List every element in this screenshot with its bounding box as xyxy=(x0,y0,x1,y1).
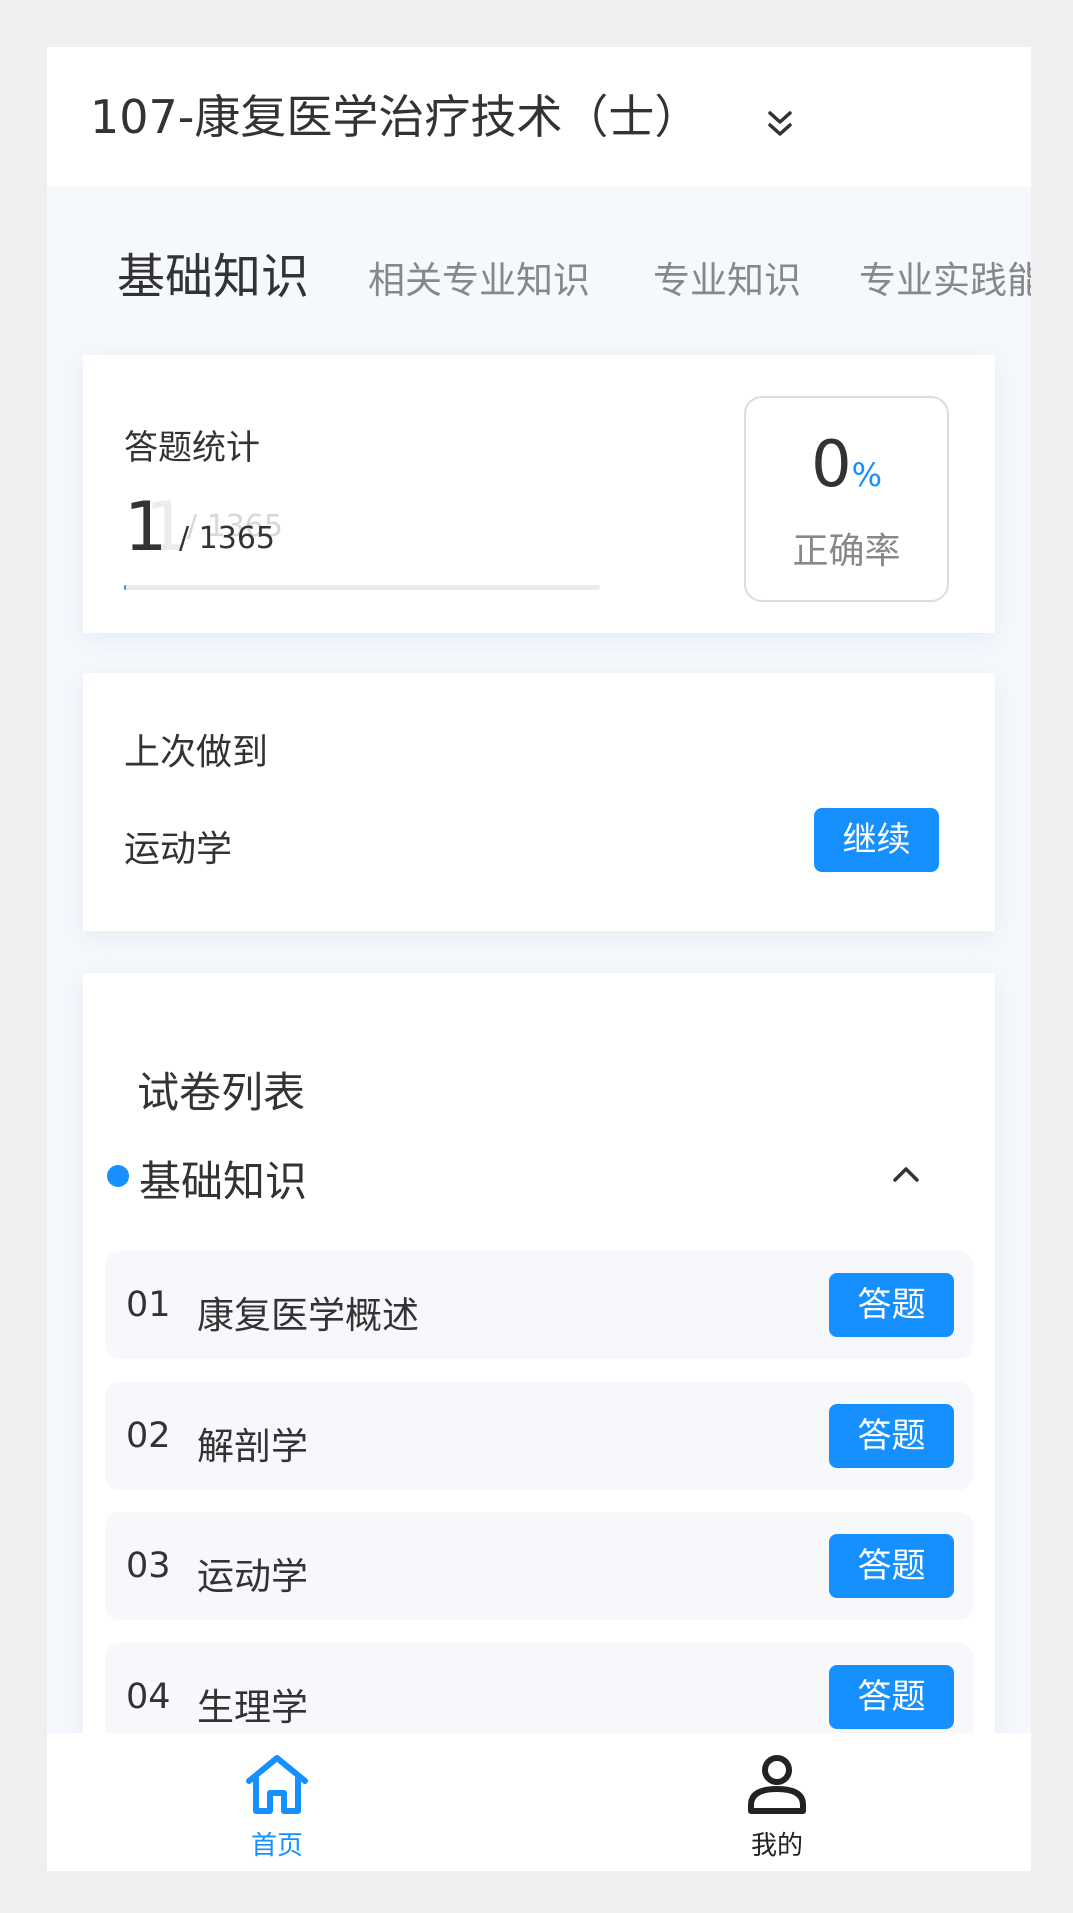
item-name: 解剖学 xyxy=(197,1425,308,1468)
item-number: 03 xyxy=(126,1546,171,1586)
header: 107-康复医学治疗技术（士） xyxy=(47,47,1031,187)
answered-count: 1 xyxy=(124,488,168,567)
answer-button[interactable]: 答题 xyxy=(829,1534,954,1598)
list-item: 02 解剖学 答题 xyxy=(105,1382,973,1490)
nav-mine[interactable]: 我的 xyxy=(677,1733,877,1871)
category-tabs: 基础知识 相关专业知识 专业知识 专业实践能 xyxy=(47,237,1031,327)
accuracy-value: 0% xyxy=(746,428,947,502)
tab-basic-knowledge[interactable]: 基础知识 xyxy=(117,237,309,317)
tab-professional-practice[interactable]: 专业实践能 xyxy=(859,241,1031,321)
total-count: / 1365 xyxy=(179,521,275,556)
item-name: 运动学 xyxy=(197,1555,308,1598)
answer-button[interactable]: 答题 xyxy=(829,1273,954,1337)
accuracy-label: 正确率 xyxy=(792,531,901,572)
nav-home[interactable]: 首页 xyxy=(177,1733,377,1871)
item-name: 康复医学概述 xyxy=(197,1294,419,1337)
chevron-up-icon[interactable] xyxy=(889,1158,923,1188)
answer-button[interactable]: 答题 xyxy=(829,1665,954,1729)
stats-label: 答题统计 xyxy=(124,428,260,468)
progress-bar xyxy=(124,585,600,590)
paper-list-title: 试卷列表 xyxy=(137,1068,306,1117)
exam-selector-title[interactable]: 107-康复医学治疗技术（士） xyxy=(90,89,700,145)
list-item: 01 康复医学概述 答题 xyxy=(105,1251,973,1359)
nav-home-label: 首页 xyxy=(250,1831,303,1861)
list-item: 03 运动学 答题 xyxy=(105,1512,973,1620)
home-icon xyxy=(246,1755,308,1814)
last-subject: 运动学 xyxy=(124,829,233,870)
answer-stats-card: 答题统计 1 / 1365 1 / 1365 0% 正确率 xyxy=(83,355,995,633)
nav-mine-label: 我的 xyxy=(750,1831,803,1861)
section-title[interactable]: 基础知识 xyxy=(139,1148,307,1209)
progress-fill xyxy=(124,585,126,590)
double-chevron-down-icon[interactable] xyxy=(763,105,797,145)
tab-related-knowledge[interactable]: 相关专业知识 xyxy=(368,241,590,321)
accuracy-number: 0 xyxy=(810,428,852,502)
accuracy-unit: % xyxy=(851,456,883,494)
continue-button[interactable]: 继续 xyxy=(814,808,939,872)
user-icon xyxy=(748,1755,806,1814)
item-number: 01 xyxy=(126,1285,171,1325)
answer-button[interactable]: 答题 xyxy=(829,1404,954,1468)
item-name: 生理学 xyxy=(197,1686,308,1729)
item-number: 02 xyxy=(126,1416,171,1456)
section-dot xyxy=(107,1165,129,1187)
bottom-nav: 首页 我的 xyxy=(47,1733,1031,1871)
last-progress-card: 上次做到 运动学 继续 xyxy=(83,673,995,931)
item-number: 04 xyxy=(126,1677,171,1717)
app-screen: 107-康复医学治疗技术（士） 基础知识 相关专业知识 专业知识 专业实践能 答… xyxy=(47,47,1031,1871)
tab-professional-knowledge[interactable]: 专业知识 xyxy=(653,241,801,321)
accuracy-box: 0% 正确率 xyxy=(744,396,949,602)
last-label: 上次做到 xyxy=(124,732,269,773)
